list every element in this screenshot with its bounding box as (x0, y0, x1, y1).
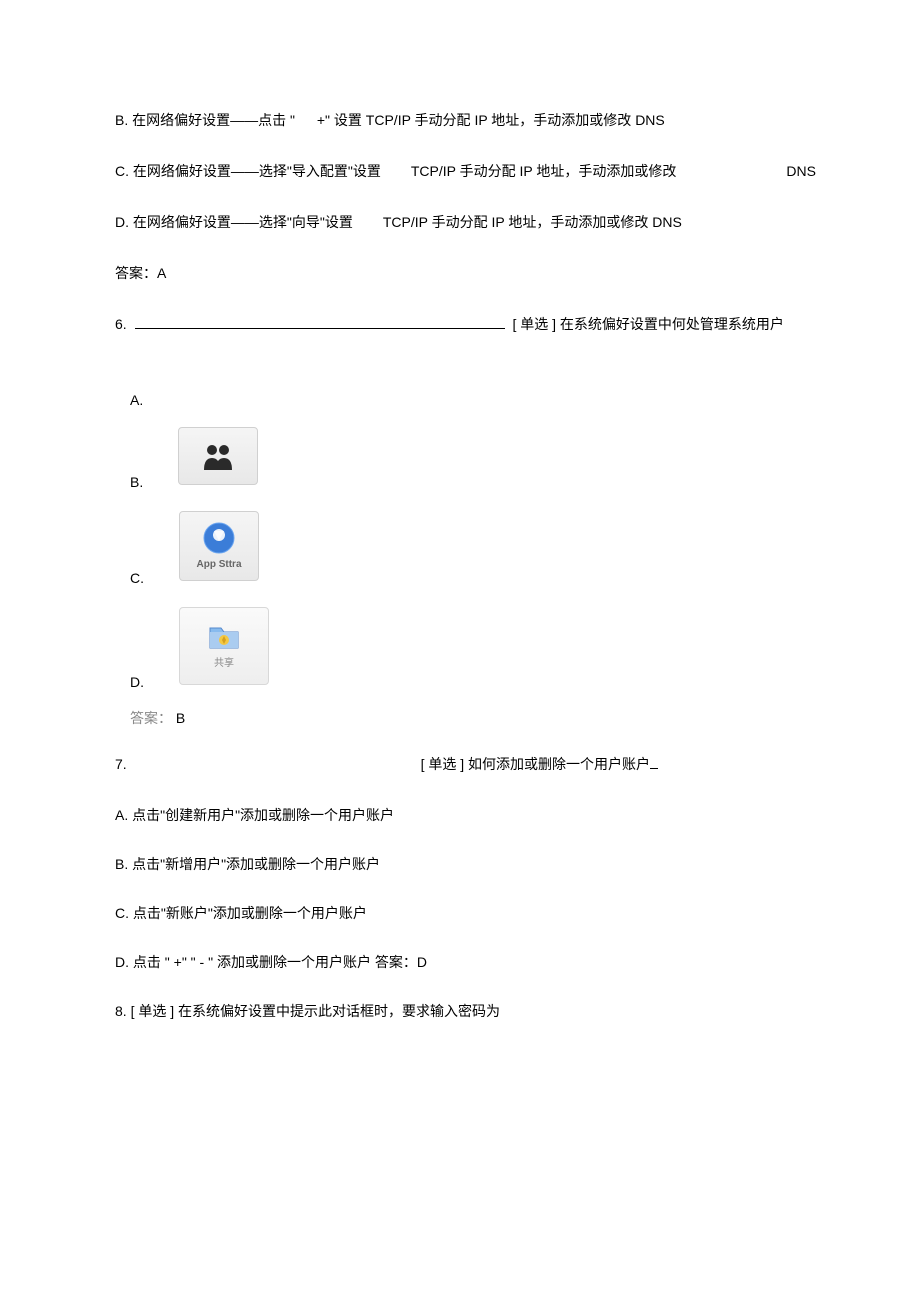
q5-b-text2: +" 设置 TCP/IP 手动分配 IP 地址，手动添加或修改 DNS (317, 112, 665, 128)
app-store-circle-icon (202, 521, 236, 555)
q8-question: 8. [ 单选 ] 在系统偏好设置中提示此对话框时，要求输入密码为 (115, 1001, 880, 1022)
app-store-icon: App Sttra (179, 511, 259, 581)
q5-c-text2: TCP/IP 手动分配 IP 地址，手动添加或修改 (411, 161, 677, 182)
q7-option-b: B. 点击"新增用户"添加或删除一个用户账户 (115, 854, 880, 875)
q7-question: 7. [ 单选 ] 如何添加或删除一个用户账户 (115, 754, 880, 775)
q7-trailing-blank (650, 768, 658, 769)
q6-answer: 答案： B (130, 708, 880, 729)
q6-option-a-label: A. (130, 390, 880, 411)
q6-row-d-label: D. 共享 (115, 599, 880, 693)
q6-option-b-icon-container: App Sttra (179, 511, 259, 581)
q7-option-a: A. 点击"创建新用户"添加或删除一个用户账户 (115, 805, 880, 826)
q7-text: [ 单选 ] 如何添加或删除一个用户账户 (421, 756, 650, 772)
q5-b-text1: 在网络偏好设置——点击 " (132, 112, 295, 128)
q6-option-a-icon-container (178, 427, 258, 485)
q6-option-c-label: C. (130, 568, 144, 589)
q6-row-b-icon: C. App Sttra (115, 503, 880, 589)
q6-answer-prefix: 答案： (130, 710, 172, 726)
sharing-label: 共享 (214, 656, 234, 671)
q5-answer: 答案：A (115, 263, 880, 284)
q5-b-prefix: B. (115, 112, 128, 128)
sharing-icon: 共享 (179, 607, 269, 685)
q7-option-c: C. 点击"新账户"添加或删除一个用户账户 (115, 903, 880, 924)
q5-d-text2: TCP/IP 手动分配 IP 地址，手动添加或修改 DNS (383, 212, 682, 233)
q5-c-dns: DNS (786, 161, 816, 182)
app-store-label: App Sttra (197, 557, 242, 572)
users-groups-icon (178, 427, 258, 485)
q6-question: 6. [ 单选 ] 在系统偏好设置中何处管理系统用户 (115, 314, 880, 335)
q5-d-text1: 在网络偏好设置——选择"向导"设置 (133, 214, 353, 230)
q5-c-text1: 在网络偏好设置——选择"导入配置"设置 (133, 163, 381, 179)
q6-option-d-label: D. (130, 672, 144, 693)
q6-number: 6. (115, 316, 127, 332)
q6-text: [ 单选 ] 在系统偏好设置中何处管理系统用户 (512, 316, 783, 332)
q5-c-prefix: C. (115, 163, 129, 179)
q6-option-b-label: B. (130, 472, 143, 493)
q7-number: 7. (115, 754, 127, 775)
people-silhouette-icon (198, 442, 238, 470)
q7-option-d: D. 点击 " +" " - " 添加或删除一个用户账户 答案：D (115, 952, 880, 973)
q6-answer-letter: B (176, 710, 185, 726)
q5-d-prefix: D. (115, 214, 129, 230)
q5-option-b: B. 在网络偏好设置——点击 " +" 设置 TCP/IP 手动分配 IP 地址… (115, 110, 880, 131)
q6-option-c-icon-container: 共享 (179, 607, 269, 685)
q6-row-a-icon: B. (115, 419, 880, 493)
q5-option-d: D. 在网络偏好设置——选择"向导"设置 TCP/IP 手动分配 IP 地址，手… (115, 212, 880, 233)
q5-option-c: C. 在网络偏好设置——选择"导入配置"设置 TCP/IP 手动分配 IP 地址… (115, 161, 880, 182)
q6-blank (135, 328, 505, 329)
folder-share-icon (206, 622, 242, 652)
